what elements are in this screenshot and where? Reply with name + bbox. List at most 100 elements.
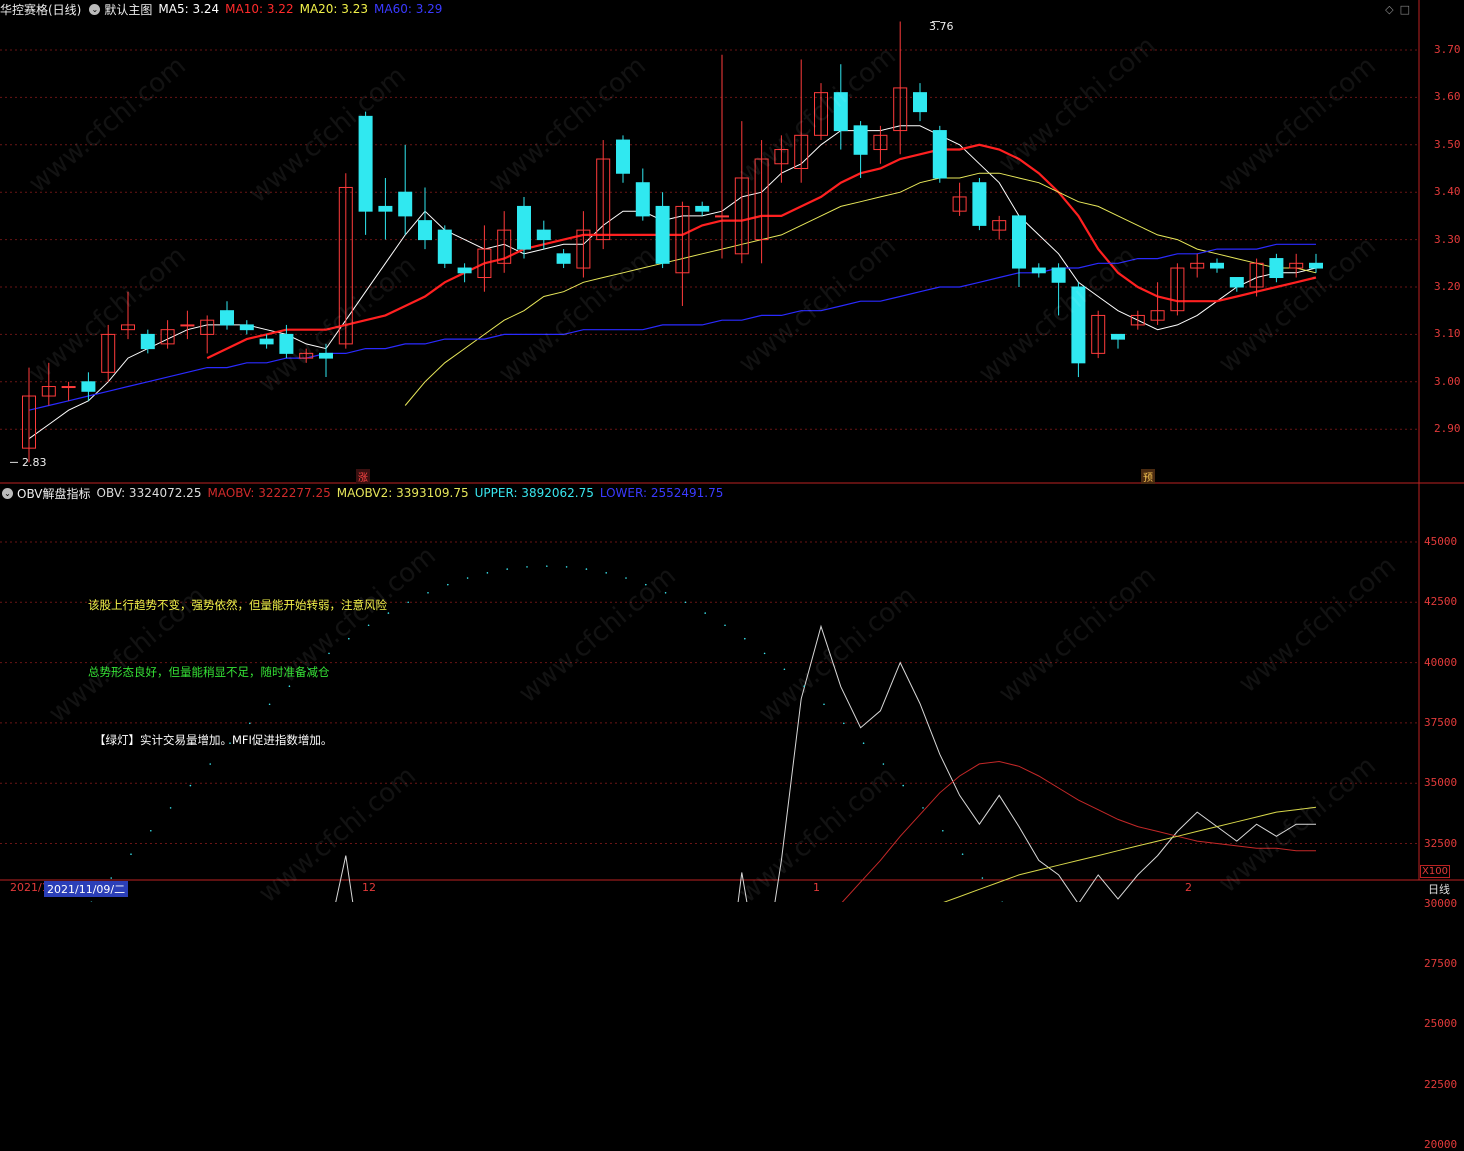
upper-dot [249,722,251,725]
candle-body [418,220,432,241]
upper-dot [268,703,271,706]
candle [319,343,333,378]
ma20-label: MA20: 3.23 [299,2,369,16]
maobv2-label: MAOBV2: 3393109.75 [336,486,469,500]
ma20-line [404,172,1317,406]
upper-dot [387,612,390,614]
period-button[interactable]: 日线 [1428,881,1450,897]
candle [596,140,611,250]
square-icon[interactable]: □ [1400,3,1416,16]
candle [695,201,710,216]
candle [121,291,135,340]
candle-body [259,338,274,345]
candle [497,211,512,273]
high-label: 3.76 [929,20,954,33]
yu-marker[interactable]: 预 [1141,469,1155,484]
upper-dot [367,624,370,627]
candle-body [1031,267,1046,274]
obv-title[interactable]: OBV解盘指标 [17,485,91,502]
obv-tick-label: 35000 [1424,776,1458,790]
candle [893,21,908,155]
candle-body [1210,262,1224,269]
low-label: 2.83 [22,456,47,469]
candle [1170,263,1185,316]
candle-body [556,253,571,264]
candle [1190,253,1205,278]
candle [1012,215,1026,287]
trading-chart-window: www.cfchi.com www.cfchi.com www.cfchi.com w… [0,0,1464,1151]
chevron-down-icon[interactable]: ⌄ [89,3,101,15]
candle-body [1012,215,1026,269]
candles[interactable] [10,21,1323,463]
chevron-down-icon[interactable]: ⌄ [2,487,13,499]
upper-dot [169,807,172,809]
candle-body [61,386,76,389]
upper-dot [843,722,845,725]
candle-body [220,310,234,326]
candle [1031,263,1046,278]
candle-body [536,229,551,241]
price-tick-label: 2.90 [1434,422,1461,436]
upper-dot [744,637,746,640]
candle [1150,282,1165,325]
upper-dot [288,685,291,688]
candle [932,125,947,183]
candle [457,263,472,283]
candle-body [1111,333,1125,340]
upper-dot [209,763,211,765]
candle [200,315,215,354]
upper-label: UPPER: 3892062.75 [474,486,594,500]
candle-body [1229,277,1244,288]
candle [140,329,155,354]
candle-body [140,333,155,350]
candle [992,215,1007,240]
obv-grid [0,541,1419,844]
candle [358,111,373,235]
candle [101,324,116,382]
price-tick-label: 3.70 [1434,43,1461,56]
candle-body [517,205,531,250]
candle [754,140,769,264]
chart-canvas[interactable] [0,0,1464,902]
upper-dot [427,591,429,594]
candle-body [635,182,650,217]
candle [794,59,809,183]
candle [972,177,987,231]
obv-tick-label: 22500 [1424,1077,1458,1091]
candle [774,135,789,183]
candle [833,64,848,150]
ma10-label: MA10: 3.22 [225,2,294,16]
diamond-icon[interactable]: ◇ [1385,3,1399,16]
template-name[interactable]: 默认主图 [104,1,152,18]
upper-dot [546,565,548,567]
candle [635,168,650,221]
candle [814,83,828,141]
candle-body [180,324,195,327]
upper-dot [348,637,350,640]
x-label-feb: 2 [1185,881,1192,894]
candle [61,381,76,401]
obv-tick-label: 37500 [1424,715,1458,729]
candle [437,225,452,269]
upper-dot [803,685,805,688]
candle [160,320,175,349]
obv-tick-label: 25000 [1424,1017,1458,1031]
x-label-cursor-date[interactable]: 2021/11/09/二 [44,881,129,897]
multiplier-label: X100 [1420,865,1450,878]
upper-dot [150,829,152,832]
candle [418,187,432,250]
candle-body [1309,262,1323,269]
upper-dot [862,742,865,745]
candle-body [972,182,987,226]
upper-dot [981,877,984,879]
candle-body [1071,286,1086,364]
upper-dot [664,591,667,594]
window-controls[interactable]: ◇□ [1385,3,1416,16]
candle [239,320,254,335]
candle-body [932,130,947,179]
zhang-marker[interactable]: 涨 [356,469,370,484]
upper-dot [189,784,192,787]
candle-body [913,92,927,113]
stock-title[interactable]: 华控赛格(日线) [0,1,81,18]
upper-dot [724,624,726,627]
